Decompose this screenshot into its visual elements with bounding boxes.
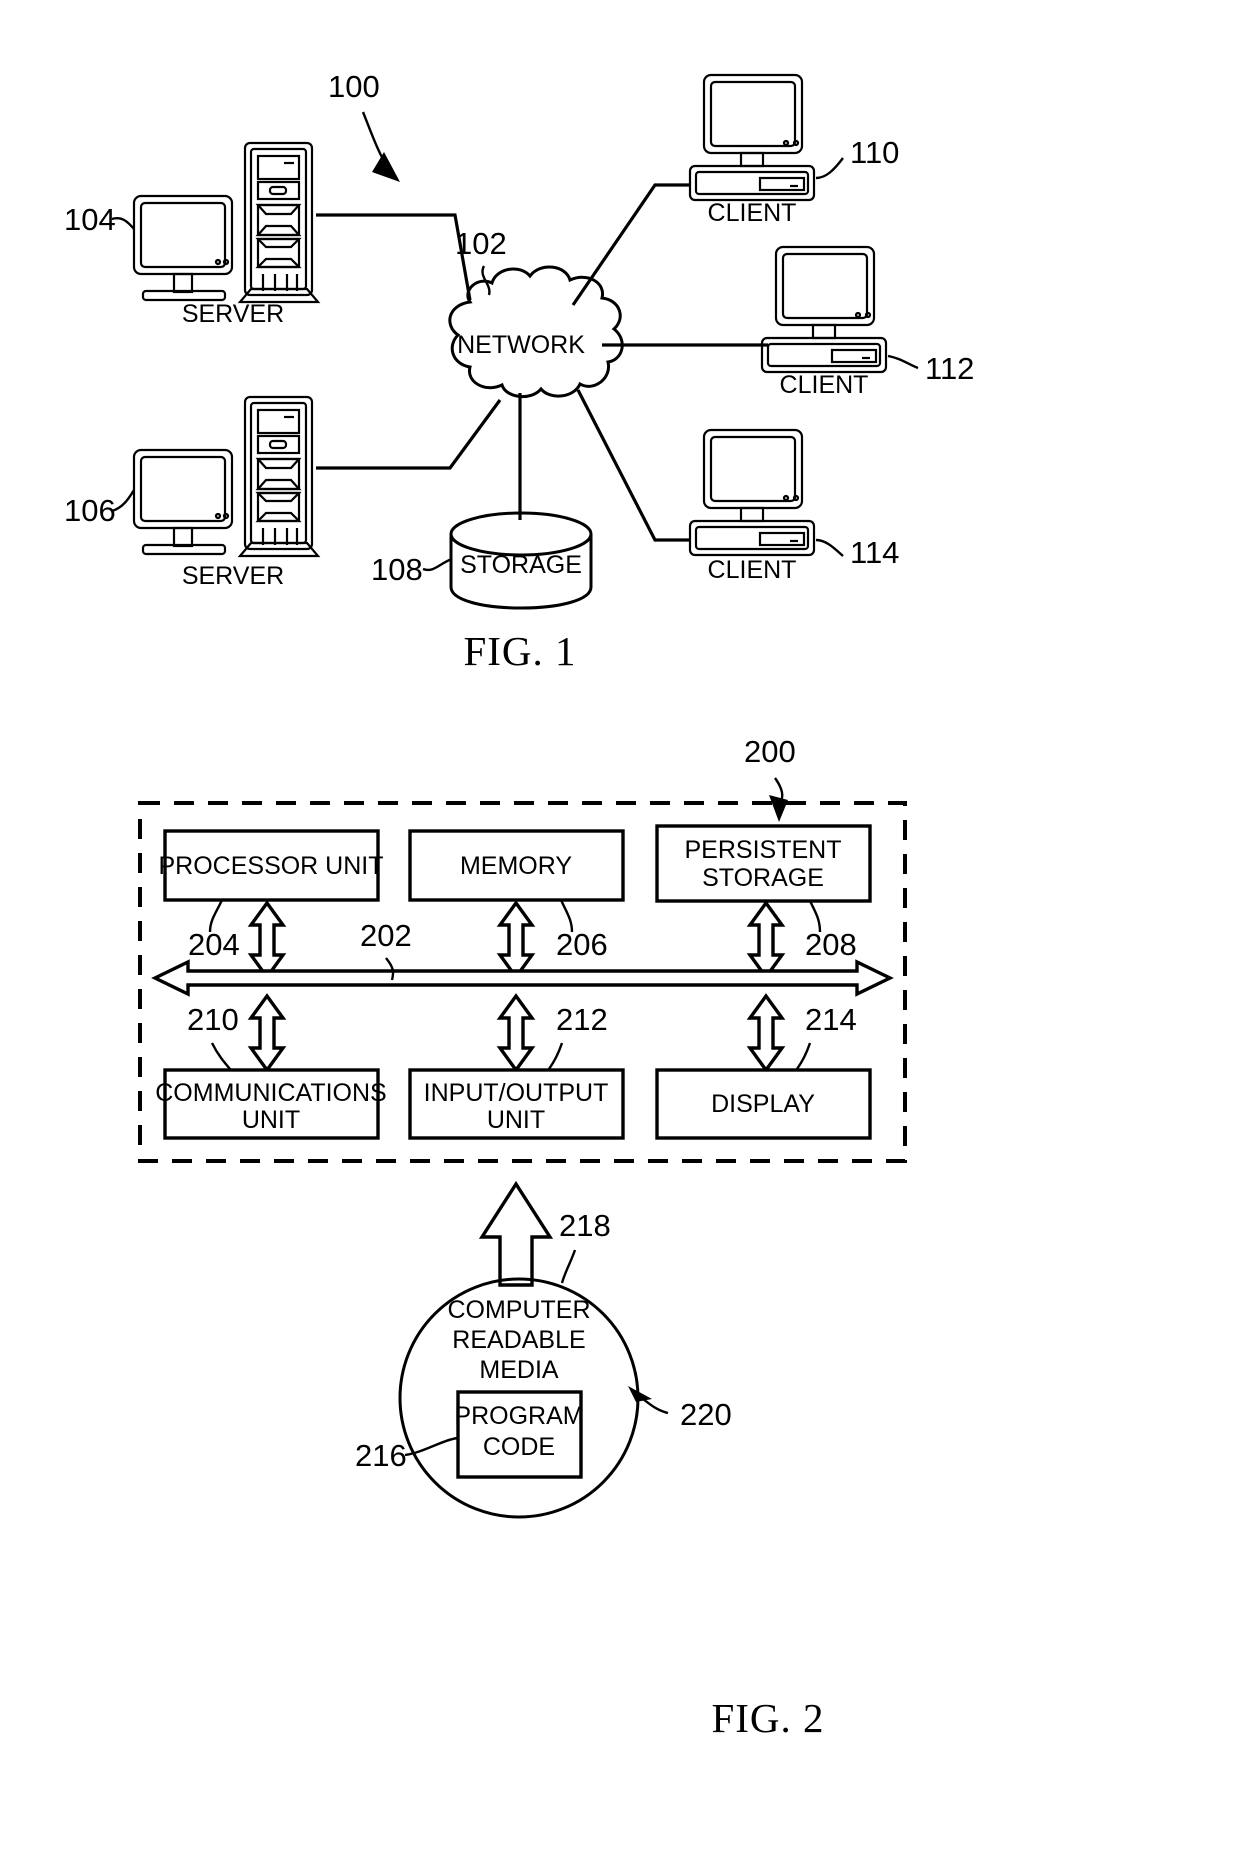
media-label-line2: READABLE	[452, 1326, 585, 1354]
bus-connector-display	[746, 993, 786, 1073]
ref-106: 106	[64, 493, 116, 528]
fig2-system-reference: 200	[744, 734, 796, 822]
server-104: SERVER 104	[64, 141, 321, 328]
network-label: NETWORK	[457, 331, 585, 359]
ref-202: 202	[360, 918, 412, 953]
ref-100: 100	[328, 69, 380, 104]
program-code-label-line1: PROGRAM	[454, 1402, 583, 1430]
program-code-box: PROGRAM CODE	[454, 1390, 584, 1479]
bus-connector-comm	[247, 993, 287, 1073]
ref-110: 110	[850, 135, 899, 170]
ref-214: 214	[805, 1002, 857, 1037]
media-label-line1: COMPUTER	[447, 1296, 590, 1324]
ref-220: 220	[680, 1397, 732, 1432]
communications-unit-label-line2: UNIT	[242, 1106, 300, 1134]
input-output-unit-label-line2: UNIT	[487, 1106, 545, 1134]
network-cloud-102: NETWORK 102	[448, 226, 624, 398]
ref-218: 218	[559, 1208, 611, 1243]
bus-connector-memory	[496, 900, 536, 980]
client-112-label: CLIENT	[780, 371, 869, 399]
client-114-label: CLIENT	[708, 556, 797, 584]
program-code-label-line2: CODE	[483, 1433, 555, 1461]
patent-drawing-sheet: 100 SERVER 104 SERVER 106 NETWORK 102 ST…	[0, 0, 1240, 1851]
ref-216: 216	[355, 1438, 407, 1473]
media-label-line3: MEDIA	[479, 1356, 559, 1384]
ref-102: 102	[455, 226, 507, 261]
server-106-label: SERVER	[182, 562, 284, 590]
bus-connector-persistent	[746, 900, 786, 980]
bus-connector-processor	[247, 900, 287, 980]
fig1-connection-wires	[316, 183, 768, 542]
persistent-storage-label-line2: STORAGE	[702, 864, 824, 892]
client-110-label: CLIENT	[708, 199, 797, 227]
storage-label: STORAGE	[460, 551, 582, 579]
memory-label: MEMORY	[460, 852, 572, 880]
fig1-system-reference: 100	[328, 69, 400, 182]
computer-readable-media-218: COMPUTER READABLE MEDIA 218 PROGRAM CODE…	[355, 1208, 732, 1519]
figure-1-caption: FIG. 1	[463, 628, 576, 674]
ref-114: 114	[850, 535, 899, 570]
persistent-storage-label-line1: PERSISTENT	[685, 836, 842, 864]
ref-206: 206	[556, 927, 608, 962]
ref-200: 200	[744, 734, 796, 769]
ref-210: 210	[187, 1002, 239, 1037]
figure-2-caption: FIG. 2	[711, 1695, 824, 1741]
ref-204: 204	[188, 927, 240, 962]
media-load-arrow	[478, 1180, 554, 1287]
processor-unit-label: PROCESSOR UNIT	[158, 852, 383, 880]
client-110: CLIENT 110	[688, 73, 899, 227]
ref-112: 112	[925, 351, 974, 386]
ref-212: 212	[556, 1002, 608, 1037]
client-114: CLIENT 114	[688, 428, 899, 584]
client-112: CLIENT 112	[760, 245, 974, 399]
ref-104: 104	[64, 202, 116, 237]
ref-208: 208	[805, 927, 857, 962]
display-label: DISPLAY	[711, 1090, 815, 1118]
storage-108: STORAGE 108	[371, 511, 593, 610]
figure-1-network-diagram: 100 SERVER 104 SERVER 106 NETWORK 102 ST…	[64, 69, 974, 1741]
bus-connector-io	[496, 993, 536, 1073]
server-106: SERVER 106	[64, 395, 321, 590]
ref-108: 108	[371, 552, 423, 587]
communications-unit-label-line1: COMMUNICATIONS	[155, 1079, 386, 1107]
input-output-unit-label-line1: INPUT/OUTPUT	[424, 1079, 609, 1107]
server-104-label: SERVER	[182, 300, 284, 328]
